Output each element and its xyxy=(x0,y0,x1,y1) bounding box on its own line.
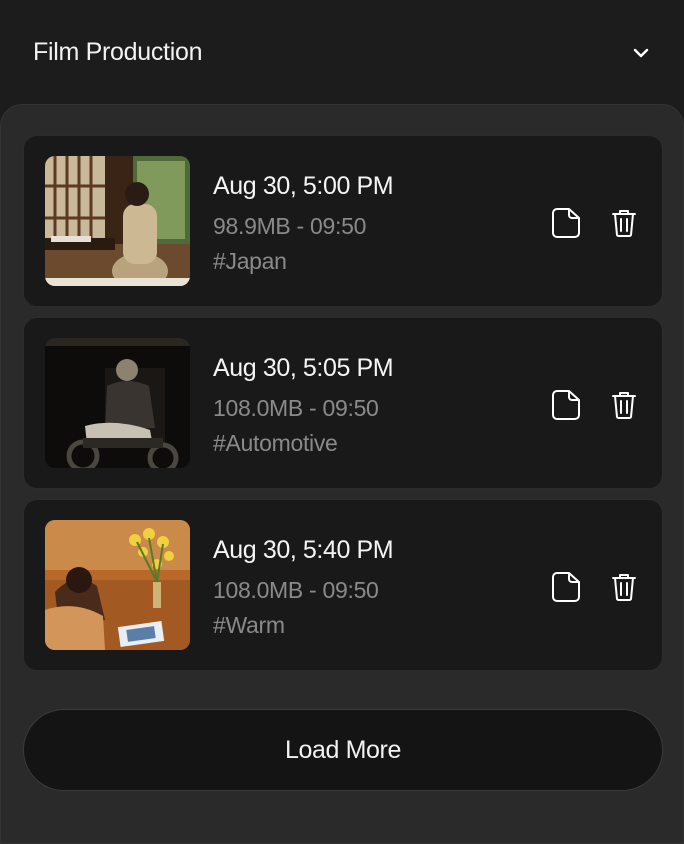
item-meta: 98.9MB - 09:50 xyxy=(213,213,367,239)
video-thumbnail[interactable] xyxy=(45,338,190,468)
list-item[interactable]: Aug 30, 5:05 PM 108.0MB - 09:50 #Automot… xyxy=(23,317,663,489)
item-tag: #Warm xyxy=(213,612,285,638)
load-more-button[interactable]: Load More xyxy=(23,709,663,791)
section-title: Film Production xyxy=(33,38,203,66)
item-date: Aug 30, 5:05 PM xyxy=(213,354,394,382)
item-tag: #Automotive xyxy=(213,430,338,456)
item-date: Aug 30, 5:00 PM xyxy=(213,172,394,200)
video-thumbnail[interactable] xyxy=(45,520,190,650)
chevron-down-icon[interactable] xyxy=(631,43,651,63)
video-thumbnail[interactable] xyxy=(45,156,190,286)
folder-icon[interactable] xyxy=(550,570,582,604)
trash-icon[interactable] xyxy=(608,206,640,240)
list-item[interactable]: Aug 30, 5:40 PM 108.0MB - 09:50 #Warm xyxy=(23,499,663,671)
trash-icon[interactable] xyxy=(608,570,640,604)
item-tag: #Japan xyxy=(213,248,287,274)
section-header[interactable]: Film Production xyxy=(0,0,684,105)
trash-icon[interactable] xyxy=(608,388,640,422)
item-meta: 108.0MB - 09:50 xyxy=(213,577,379,603)
list-item[interactable]: Aug 30, 5:00 PM 98.9MB - 09:50 #Japan xyxy=(23,135,663,307)
media-list-panel: Aug 30, 5:00 PM 98.9MB - 09:50 #Japan Au… xyxy=(0,104,684,844)
item-date: Aug 30, 5:40 PM xyxy=(213,536,394,564)
item-meta: 108.0MB - 09:50 xyxy=(213,395,379,421)
folder-icon[interactable] xyxy=(550,388,582,422)
folder-icon[interactable] xyxy=(550,206,582,240)
